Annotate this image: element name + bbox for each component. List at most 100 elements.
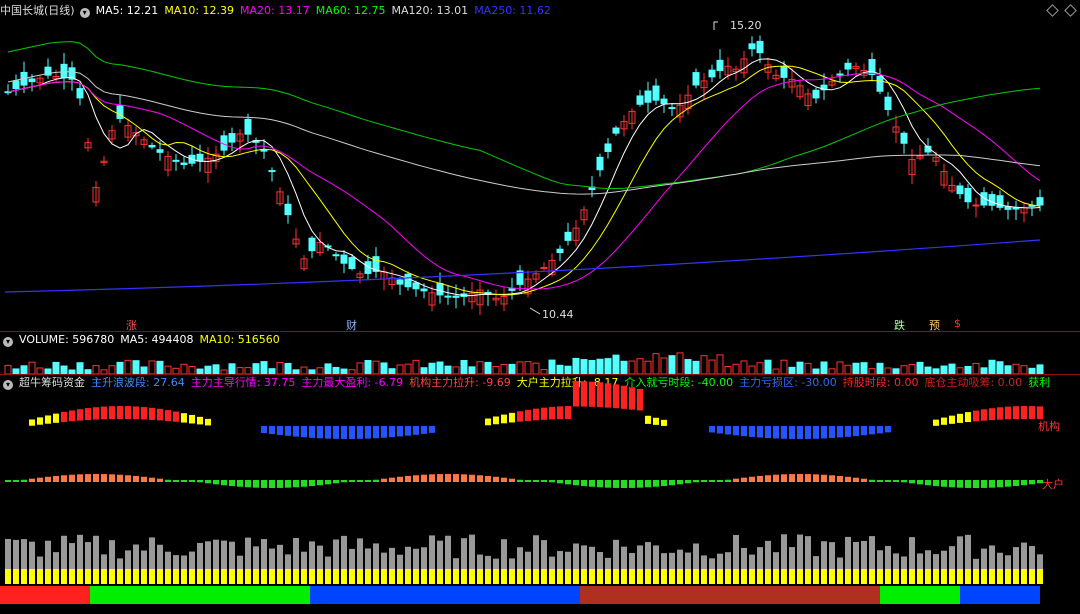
dahu-bar [333,480,339,484]
jigou-bar [133,406,139,420]
chip-yellow [477,569,483,584]
chip-yellow [221,569,227,584]
chip-bar [533,535,539,574]
volume-bar [92,365,100,374]
jigou-bar [317,426,323,439]
jigou-bar [381,426,387,438]
chip-yellow [493,569,499,584]
candle-body [876,75,884,92]
chip-yellow [37,569,43,584]
jigou-bar [501,414,507,424]
candle-body [652,85,660,101]
candle-body [284,203,292,216]
dahu-bar [253,480,259,488]
dahu-bar [237,480,243,487]
dahu-bar [837,475,843,482]
chip-yellow [869,569,875,584]
volume-bar [676,352,684,374]
volume-bar [252,363,260,374]
jigou-bar [645,415,651,424]
chip-bar [77,534,83,574]
jigou-bar [165,410,171,422]
dahu-bar [61,475,67,482]
chip-bar [469,534,475,574]
chip-yellow [629,569,635,584]
volume-bar [636,358,644,374]
jigou-bar [45,415,51,424]
chip-yellow [229,569,235,584]
jigou-bar [997,407,1003,420]
volume-bar [164,365,172,374]
chip-yellow [877,569,883,584]
volume-bar [756,362,764,374]
jigou-bar [573,381,579,407]
chip-yellow [5,569,11,584]
chip-yellow [789,569,795,584]
chip-yellow [469,569,475,584]
chip-yellow [669,569,675,584]
volume-bar [572,357,580,374]
volume-bar [628,360,636,374]
price-chart[interactable] [0,0,1080,331]
chip-bar [445,535,451,574]
dahu-bar [637,480,643,488]
jigou-bar [789,426,795,439]
jigou-bar [973,410,979,422]
jigou-bar [797,426,803,439]
dahu-bar [501,477,507,482]
chip-bar [733,534,739,574]
jigou-bar [333,426,339,439]
volume-bar [124,359,132,374]
jigou-bar [373,426,379,439]
band-green-2 [880,586,960,604]
jigou-bar [781,426,787,439]
chip-bar [245,537,251,574]
jigou-bar [37,417,43,425]
chip-yellow [525,569,531,584]
dahu-bar [69,474,75,482]
dahu-bar [293,480,299,488]
dahu-bar [213,480,219,485]
dahu-bar [421,474,427,482]
dahu-bar [53,475,59,482]
dahu-bar [861,478,867,482]
dahu-bar [125,475,131,482]
chip-yellow [957,569,963,584]
jigou-bar [661,419,667,426]
chip-yellow [581,569,587,584]
jigou-bar [69,410,75,422]
volume-bar [1020,365,1028,374]
jigou-bar [733,426,739,436]
candle-body [172,159,180,162]
dahu-bar [557,480,563,484]
volume-bar [108,365,116,374]
volume-bar [444,365,452,374]
candle-body [340,254,348,264]
chip-yellow [405,569,411,584]
chip-yellow [941,569,947,584]
chip-yellow [365,569,371,584]
chip-yellow [205,569,211,584]
dahu-bar [781,474,787,482]
candle-body [12,80,20,90]
candle-body [1012,207,1020,210]
candle-body [308,237,316,252]
jigou-bar [549,406,555,420]
chip-yellow [909,569,915,584]
dahu-bar [517,479,523,482]
dahu-bar [629,480,635,488]
jigou-bar [813,426,819,439]
chip-yellow [85,569,91,584]
chip-yellow [309,569,315,584]
volume-bar [660,357,668,374]
chip-yellow [917,569,923,584]
chip-yellow [725,569,731,584]
candle-body [28,78,36,83]
volume-bar [548,359,556,374]
chip-yellow [61,569,67,584]
volume-bar [492,366,500,374]
dahu-bar [157,478,163,482]
chip-yellow [1029,569,1035,584]
jigou-bar [157,408,163,421]
jigou-bar [565,406,571,420]
